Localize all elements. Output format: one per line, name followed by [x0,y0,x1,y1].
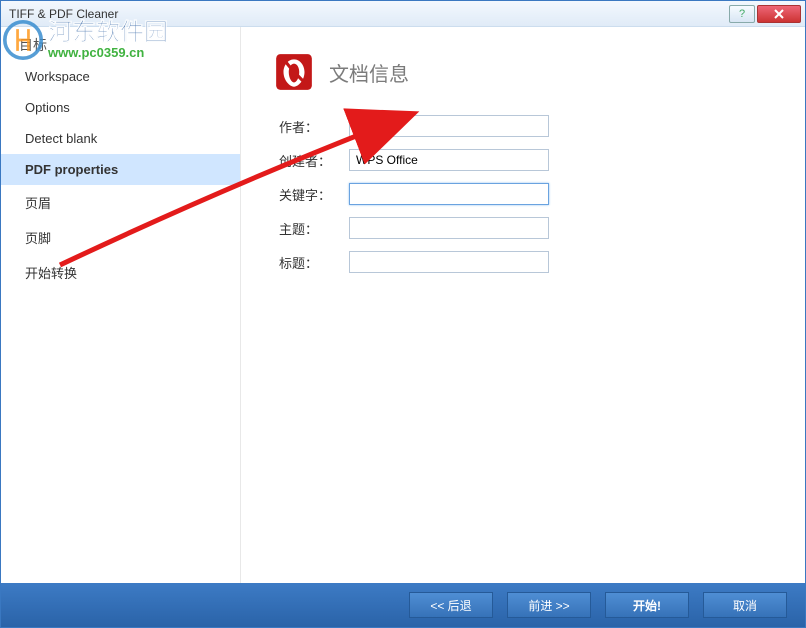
keywords-label: 关键字： [279,185,339,204]
creator-input[interactable] [349,149,549,171]
sidebar-heading: 目标 [19,35,47,55]
titlebar: TIFF & PDF Cleaner ? [1,1,805,27]
button-label: 开始! [633,597,661,614]
author-input[interactable] [349,115,549,137]
pdf-icon [273,51,315,93]
section-title: 文档信息 [329,58,409,87]
keywords-input[interactable] [349,183,549,205]
sidebar-item-header[interactable]: 页眉 [1,185,240,220]
main-panel: 文档信息 作者： 创建者： 关键字： 主题： [241,27,805,583]
sidebar-item-detect-blank[interactable]: Detect blank [1,123,240,154]
author-label: 作者： [279,117,339,136]
cancel-button[interactable]: 取消 [703,592,787,618]
sidebar-item-start-convert[interactable]: 开始转换 [1,255,240,290]
sidebar-item-footer[interactable]: 页脚 [1,220,240,255]
close-icon [773,9,785,19]
back-button[interactable]: << 后退 [409,592,493,618]
sidebar: 目标 Workspace Options Detect blank PDF pr… [1,27,241,583]
sidebar-item-label: 页脚 [25,231,51,246]
help-button[interactable]: ? [729,5,755,23]
sidebar-item-pdf-properties[interactable]: PDF properties [1,154,240,185]
footer-bar: << 后退 前进 >> 开始! 取消 [1,583,805,627]
properties-form: 作者： 创建者： 关键字： 主题： 标题： [279,115,773,273]
sidebar-item-label: 页眉 [25,196,51,211]
subject-input[interactable] [349,217,549,239]
button-label: 前进 >> [528,597,569,614]
subject-label: 主题： [279,219,339,238]
sidebar-item-label: Workspace [25,69,90,84]
creator-label: 创建者： [279,151,339,170]
sidebar-item-workspace[interactable]: Workspace [1,61,240,92]
forward-button[interactable]: 前进 >> [507,592,591,618]
sidebar-item-options[interactable]: Options [1,92,240,123]
start-button[interactable]: 开始! [605,592,689,618]
title-label: 标题： [279,253,339,272]
button-label: 取消 [733,597,757,614]
sidebar-item-label: Options [25,100,70,115]
sidebar-item-label: 开始转换 [25,266,77,281]
title-input[interactable] [349,251,549,273]
window-title: TIFF & PDF Cleaner [9,7,729,21]
close-button[interactable] [757,5,801,23]
sidebar-item-label: PDF properties [25,162,118,177]
button-label: << 后退 [430,597,471,614]
sidebar-item-label: Detect blank [25,131,97,146]
